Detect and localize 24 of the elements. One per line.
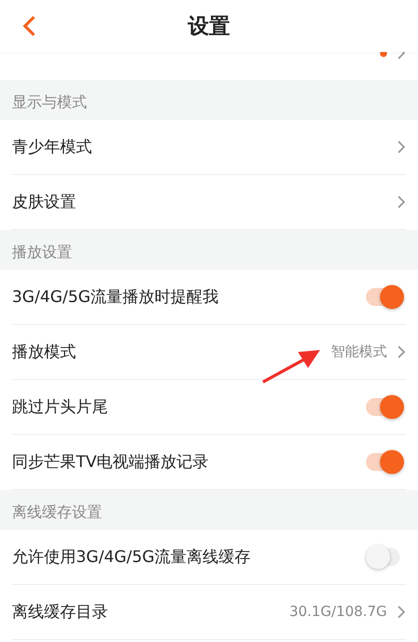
toggle-switch[interactable] [366, 450, 404, 474]
row-label: 离线缓存目录 [12, 602, 109, 622]
back-icon [22, 14, 36, 38]
annotation-arrow [262, 350, 320, 384]
row-label: 青少年模式 [12, 136, 93, 158]
section-heading: 显示与模式 [12, 93, 87, 111]
page-title: 设置 [188, 13, 230, 40]
row-label: 同步芒果TV电视端播放记录 [12, 452, 210, 472]
toggle-switch[interactable] [366, 285, 404, 309]
chevron-icon [397, 195, 406, 209]
row-label: 允许使用3G/4G/5G流量离线缓存 [12, 546, 252, 568]
row-label: 3G/4G/5G流量播放时提醒我 [12, 286, 220, 308]
row-label: 皮肤设置 [12, 192, 77, 212]
chevron-icon [397, 605, 406, 619]
row-label: 跳过片头片尾 [12, 396, 109, 418]
chevron-icon [397, 140, 406, 154]
row-value: 30.1G/108.7G [289, 604, 387, 620]
section-heading: 播放设置 [12, 243, 72, 261]
settings-row[interactable]: 离线缓存目录 30.1G/108.7G [12, 585, 406, 640]
section-heading: 离线缓存设置 [12, 503, 102, 521]
row-value: 智能模式 [331, 343, 387, 361]
row-label: 播放模式 [12, 342, 77, 362]
chevron-icon [397, 345, 406, 359]
toggle-switch[interactable] [366, 395, 404, 419]
